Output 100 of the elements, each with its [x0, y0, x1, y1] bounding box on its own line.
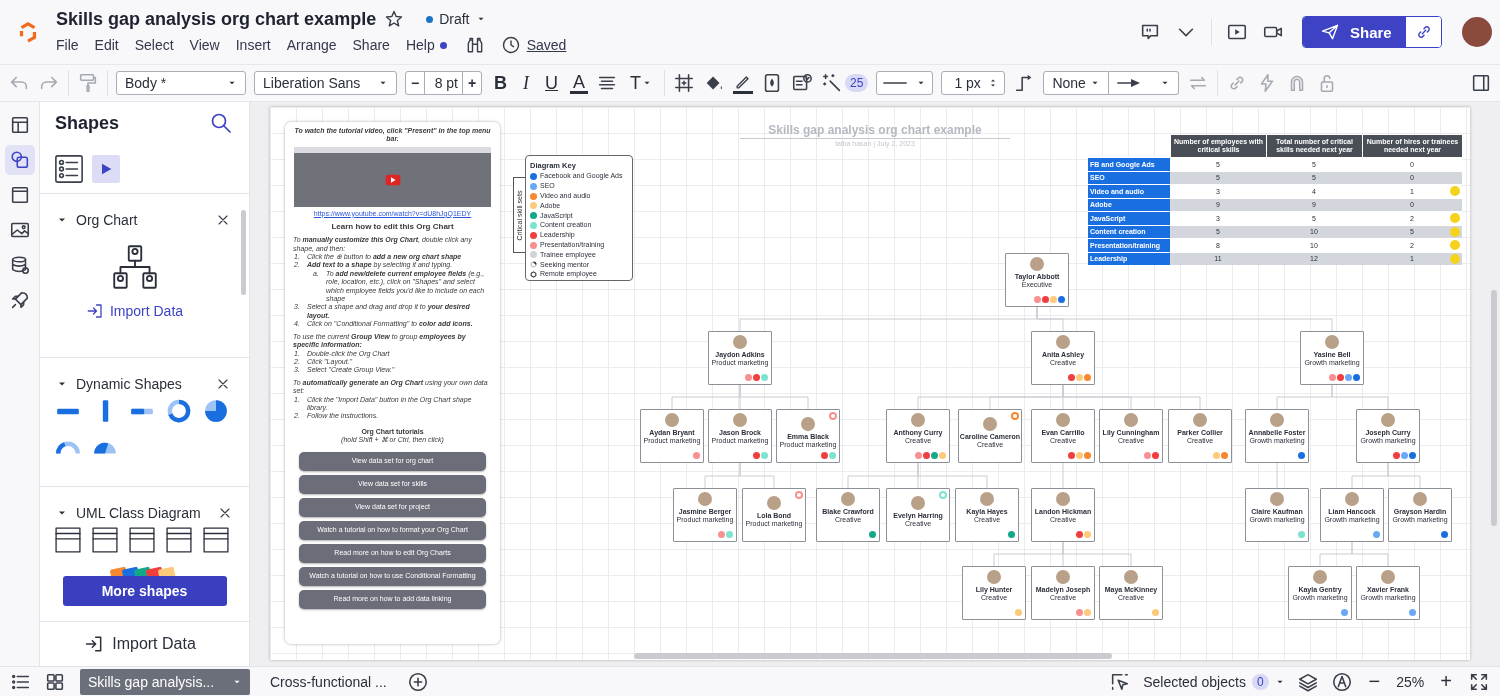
menu-item[interactable]: Edit	[94, 37, 119, 53]
navigate-icon[interactable]	[1330, 670, 1353, 693]
avatar-placeholder	[665, 413, 679, 427]
text-color-button[interactable]: A	[570, 72, 588, 94]
page-tab[interactable]: Skills gap analysis...	[80, 668, 250, 695]
class-shape-icon[interactable]	[92, 527, 118, 553]
decrease-button[interactable]: −	[406, 72, 424, 94]
clock-icon[interactable]	[500, 35, 521, 55]
line-end-dropdown[interactable]	[1109, 71, 1180, 95]
share-button[interactable]: Share	[1303, 17, 1406, 47]
avatar-placeholder	[1030, 257, 1044, 271]
avatar-placeholder	[1124, 413, 1138, 427]
avatar-placeholder	[767, 496, 781, 510]
line-style-icon	[883, 81, 908, 85]
document-title[interactable]: Skills gap analysis org chart example	[56, 8, 377, 30]
underline-button[interactable]: U	[541, 72, 562, 94]
avatar-placeholder	[983, 417, 997, 431]
class-shape-icon[interactable]	[129, 527, 155, 553]
scrollbar-thumb[interactable]	[241, 210, 246, 295]
bold-button[interactable]: B	[490, 72, 511, 94]
frame-icon[interactable]	[673, 72, 695, 94]
panel-title: Shapes	[55, 112, 120, 134]
section-title[interactable]: Org Chart	[76, 212, 138, 228]
connector-line	[1331, 384, 1389, 410]
copy-link-button[interactable]	[1406, 17, 1441, 47]
pie-shape-icon[interactable]	[203, 398, 229, 424]
section-title[interactable]: Dynamic Shapes	[76, 376, 182, 392]
avatar-placeholder	[1056, 335, 1070, 349]
avatar-placeholder	[1381, 413, 1395, 427]
avatar-placeholder	[1325, 335, 1339, 349]
zoom-in-button[interactable]: +	[1436, 670, 1456, 693]
menu-item[interactable]: View	[189, 37, 220, 53]
text-style-dropdown[interactable]: Body *	[116, 71, 246, 95]
avatar-placeholder	[911, 496, 925, 510]
send-icon	[1320, 22, 1340, 42]
class-shape-icon[interactable]	[203, 527, 229, 553]
more-shapes-button[interactable]: More shapes	[62, 576, 227, 606]
import-data-link[interactable]: Import Data	[85, 302, 184, 320]
video-shape-thumbnail[interactable]	[92, 154, 120, 183]
font-size-field[interactable]: 8 pt	[424, 72, 463, 94]
page-tab[interactable]: Cross-functional ...	[262, 668, 395, 695]
increase-button[interactable]: +	[463, 72, 481, 94]
menu-item[interactable]: Select	[134, 37, 174, 53]
menu-item[interactable]: Insert	[235, 37, 271, 53]
count-badge: 25	[845, 74, 869, 92]
shapes-icon	[8, 149, 31, 171]
avatar-placeholder	[1345, 492, 1359, 506]
font-dropdown[interactable]: Liberation Sans	[254, 71, 397, 95]
menu-item[interactable]: Share	[352, 37, 390, 53]
avatar-placeholder	[1056, 570, 1070, 584]
selected-objects-button[interactable]: Selected objects 0	[1143, 673, 1285, 690]
connector-line	[1351, 541, 1389, 567]
avatar-placeholder	[1124, 570, 1138, 584]
section-title[interactable]: UML Class Diagram	[76, 505, 201, 521]
menu-item[interactable]: Help	[405, 37, 435, 53]
avatar-placeholder	[911, 413, 925, 427]
user-avatar[interactable]	[1462, 17, 1492, 47]
zoom-out-button[interactable]: −	[1364, 670, 1385, 693]
font-size-stepper[interactable]: − 8 pt +	[405, 71, 482, 95]
avatar-placeholder	[733, 413, 747, 427]
import-icon	[85, 302, 104, 320]
scrollbar-thumb[interactable]	[634, 653, 1112, 659]
scrollbar-thumb[interactable]	[1491, 290, 1497, 526]
sidebar-tool-button[interactable]	[4, 145, 35, 175]
avatar-placeholder	[980, 492, 994, 506]
line-style-dropdown[interactable]	[876, 71, 934, 95]
connector-line	[1387, 462, 1421, 489]
menu-item[interactable]: File	[56, 37, 79, 53]
zoom-level[interactable]: 25%	[1396, 673, 1425, 690]
line-width-field[interactable]: 1 px	[941, 71, 1006, 95]
avatar-placeholder	[987, 570, 1001, 584]
hexagon-icon	[530, 271, 537, 279]
star-icon[interactable]	[384, 9, 405, 29]
avatar-placeholder	[1056, 413, 1070, 427]
add-page-icon[interactable]	[406, 670, 429, 693]
magic-wand-icon[interactable]	[821, 72, 843, 94]
avatar-placeholder	[733, 335, 747, 349]
line-start-dropdown[interactable]: None	[1043, 71, 1110, 95]
list-shape-icon[interactable]	[54, 153, 84, 184]
instruction-heading: Learn how to edit this Org Chart	[330, 222, 455, 233]
class-shape-icon[interactable]	[55, 527, 81, 553]
class-shape-icon[interactable]	[166, 527, 192, 553]
avatar-placeholder	[1381, 570, 1395, 584]
avatar-placeholder	[1056, 492, 1070, 506]
ring-shape-icon[interactable]	[166, 398, 192, 424]
notification-dot	[439, 41, 447, 49]
search-icon[interactable]	[209, 111, 233, 135]
text-options-button[interactable]: T	[626, 72, 656, 94]
diagram-title: Skills gap analysis org chart example	[740, 123, 1010, 139]
avatar-placeholder	[1313, 570, 1327, 584]
italic-button[interactable]: I	[519, 72, 533, 94]
connector-line	[739, 462, 775, 489]
panel-icon[interactable]	[1470, 72, 1492, 94]
menu-item[interactable]: Arrange	[286, 37, 337, 53]
status-dropdown[interactable]: Draft	[426, 11, 486, 27]
count-badge: 0	[1251, 673, 1269, 690]
saved-link[interactable]: Saved	[526, 37, 567, 53]
avatar-placeholder	[1413, 492, 1427, 506]
avatar-placeholder	[841, 492, 855, 506]
avatar-placeholder	[1270, 413, 1284, 427]
